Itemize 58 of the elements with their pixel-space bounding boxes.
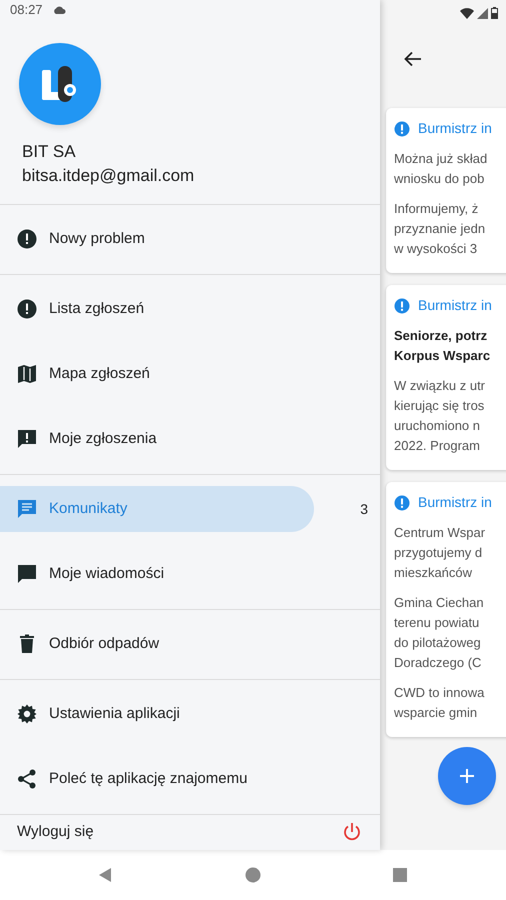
menu-label: Odbiór odpadów <box>49 634 160 654</box>
plus-icon <box>459 768 475 784</box>
message-icon <box>17 499 37 519</box>
home-nav-icon[interactable] <box>245 867 261 883</box>
add-button[interactable] <box>438 747 496 805</box>
alert-icon <box>17 299 37 319</box>
message-card[interactable]: Burmistrz in Można już skład wniosku do pob Informujemy, ż przyznanie jedn w wysokości 3 <box>386 108 506 273</box>
message-card[interactable]: Burmistrz in Centrum Wspar przygotujemy d mieszkańców Gmina Ciechan terenu powiatu do pilotażoweg Doradczego (C CWD to innowa wsparcie gmin <box>386 482 506 737</box>
menu-item[interactable]: Moje wiadomości <box>0 551 314 597</box>
menu-item[interactable]: Poleć tę aplikację znajomemu <box>0 756 314 802</box>
share-icon <box>17 769 37 789</box>
message-title: Burmistrz in <box>418 296 492 315</box>
logout-item[interactable]: Wyloguj się <box>0 814 380 850</box>
info-icon <box>394 298 410 314</box>
menu-label: Poleć tę aplikację znajomemu <box>49 769 248 789</box>
menu-item[interactable]: Ustawienia aplikacji <box>0 691 314 737</box>
back-icon[interactable] <box>404 51 422 67</box>
message-title: Burmistrz in <box>418 119 492 138</box>
message-card[interactable]: Burmistrz in Seniorze, potrz Korpus Wsparc W związku z utr kierując się tros uruchomiono n 2022. Program <box>386 285 506 470</box>
cloud-icon <box>52 6 66 14</box>
message-title: Burmistrz in <box>418 493 492 512</box>
account-name: BIT SA <box>21 140 77 162</box>
menu-label: Ustawienia aplikacji <box>49 704 180 724</box>
menu-item[interactable]: Mapa zgłoszeń <box>0 351 314 397</box>
menu-label: Moje wiadomości <box>49 564 164 584</box>
message-text: Gmina Ciechan terenu powiatu do pilotażoweg Doradczego (C <box>394 594 485 672</box>
menu-label: Nowy problem <box>49 229 145 249</box>
menu-label: Moje zgłoszenia <box>49 429 157 449</box>
settings-icon <box>17 704 37 724</box>
message-text: CWD to innowa wsparcie gmin <box>394 684 486 722</box>
logout-label: Wyloguj się <box>17 822 94 842</box>
status-time: 08:27 <box>10 1 43 19</box>
message-text: W związku z utr kierując się tros uruchomiono n 2022. Program <box>394 377 486 455</box>
message-text: Można już skład wniosku do pob <box>394 150 488 188</box>
chat-icon <box>17 564 37 584</box>
power-icon <box>342 822 362 842</box>
back-nav-icon[interactable] <box>98 867 112 883</box>
info-icon <box>394 120 410 136</box>
menu-label: Komunikaty <box>49 499 128 519</box>
trash-icon <box>17 634 37 654</box>
info-icon <box>394 494 410 510</box>
wifi-icon <box>460 8 474 18</box>
message-text: Informujemy, ż przyznanie jedn w wysokości 3 <box>394 200 486 258</box>
alert-icon <box>17 229 37 249</box>
menu-item[interactable]: Odbiór odpadów <box>0 621 314 667</box>
account-email: bitsa.itdep@gmail.com <box>21 164 196 186</box>
menu-item[interactable]: Moje zgłoszenia <box>0 416 314 462</box>
signal-icon <box>477 8 488 18</box>
map-icon <box>17 364 37 384</box>
menu-label: Mapa zgłoszeń <box>49 364 150 384</box>
message-text: Seniorze, potrz Korpus Wsparc <box>394 327 492 365</box>
battery-icon <box>491 7 498 19</box>
unread-count: 3 <box>360 500 368 518</box>
menu-item[interactable]: Lista zgłoszeń <box>0 286 314 332</box>
report-icon <box>17 429 37 449</box>
menu-item[interactable]: Nowy problem <box>0 216 314 262</box>
menu-label: Lista zgłoszeń <box>49 299 144 319</box>
message-text: Centrum Wspar przygotujemy d mieszkańców <box>394 524 486 582</box>
